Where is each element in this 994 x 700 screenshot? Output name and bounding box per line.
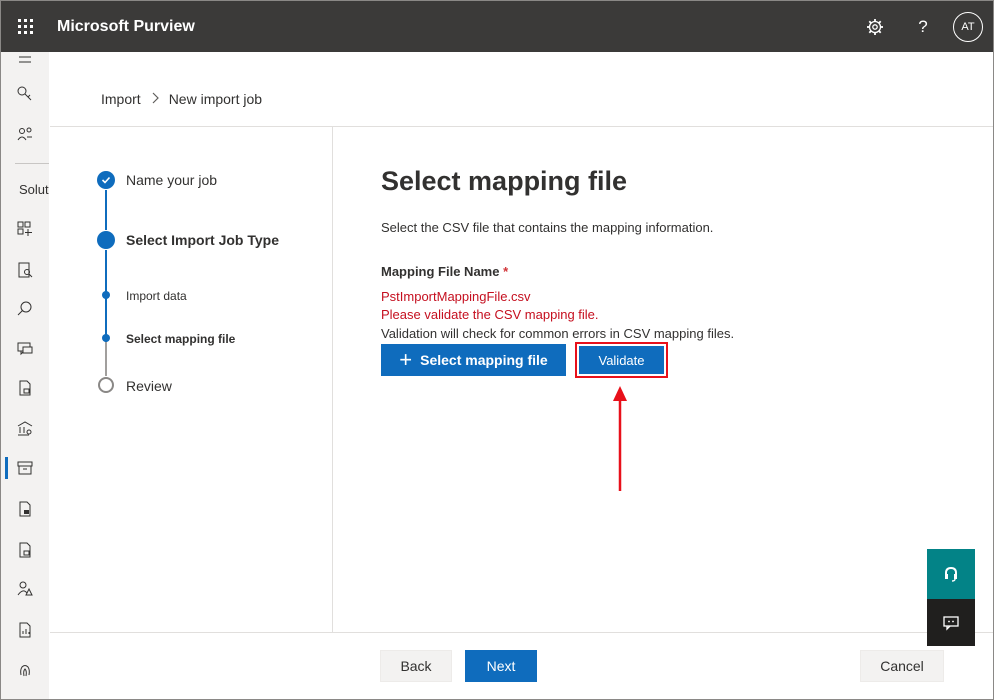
rail-item-partial[interactable]: [1, 46, 49, 74]
mapping-file-label: Mapping File Name *: [381, 264, 508, 279]
rail-item-search[interactable]: [1, 295, 49, 323]
select-mapping-file-label: Select mapping file: [420, 352, 548, 368]
key-icon: [17, 86, 32, 101]
rail-item-dlp[interactable]: [1, 374, 49, 402]
help-button[interactable]: ?: [899, 1, 947, 52]
footer-divider: [50, 632, 993, 633]
search-icon: [17, 301, 32, 316]
chevron-right-icon: [151, 91, 159, 107]
back-button[interactable]: Back: [380, 650, 452, 682]
step-current-indicator: [97, 231, 115, 249]
waffle-icon: [17, 19, 33, 34]
rail-divider: [15, 163, 49, 164]
steps-divider: [332, 127, 333, 632]
chat-icon: [17, 342, 33, 356]
rail-item-privacy[interactable]: [1, 575, 49, 603]
settings-sliders-icon: [19, 56, 31, 63]
bank-search-icon: [17, 421, 33, 436]
page-description: Select the CSV file that contains the ma…: [381, 220, 714, 235]
document-search-icon: [18, 262, 33, 278]
step-connector: [105, 342, 107, 376]
step-pending-indicator: [98, 377, 114, 393]
person-warning-icon: [17, 581, 33, 596]
next-button[interactable]: Next: [465, 650, 537, 682]
validation-error-message: Please validate the CSV mapping file.: [381, 307, 599, 322]
top-bar: Microsoft Purview ? AT: [1, 1, 993, 52]
required-marker: *: [503, 264, 509, 279]
grid-plus-icon: [17, 221, 32, 236]
headset-icon: [945, 566, 957, 582]
validate-highlight-box: Validate: [575, 342, 668, 378]
archive-icon: [17, 461, 33, 475]
gear-icon: [867, 18, 883, 35]
help-support-button[interactable]: [927, 549, 975, 599]
document-lock-icon: [19, 501, 31, 517]
help-icon: ?: [918, 16, 928, 36]
left-nav-rail: Solut: [1, 52, 49, 699]
document-lock-icon: [19, 380, 31, 396]
rail-item-people[interactable]: [1, 120, 49, 148]
step-review[interactable]: Review: [126, 378, 172, 394]
select-mapping-file-button[interactable]: + Select mapping file: [381, 344, 566, 376]
feedback-button[interactable]: [927, 599, 975, 646]
avatar[interactable]: AT: [953, 11, 983, 42]
rail-item-fingerprint[interactable]: [1, 656, 49, 684]
substep-dot: [102, 334, 110, 342]
plus-icon: +: [399, 347, 413, 372]
rail-section-label: Solut: [19, 182, 49, 197]
rail-item-insider-risk[interactable]: [1, 536, 49, 564]
validation-info-text: Validation will check for common errors …: [381, 326, 735, 341]
feedback-icon: [943, 615, 959, 631]
step-name-your-job[interactable]: Name your job: [126, 172, 217, 188]
step-connector: [105, 190, 107, 230]
app-title[interactable]: Microsoft Purview: [57, 18, 195, 36]
app-launcher-button[interactable]: [1, 1, 49, 52]
substep-select-mapping-file[interactable]: Select mapping file: [126, 332, 235, 346]
settings-button[interactable]: [851, 1, 899, 52]
rail-item-communication[interactable]: [1, 335, 49, 363]
wizard-panel: Import New import job Name your job Sele…: [50, 52, 993, 699]
step-select-import-job-type[interactable]: Select Import Job Type: [126, 232, 279, 248]
rail-item-audit[interactable]: [1, 256, 49, 284]
rail-item-ediscovery[interactable]: [1, 415, 49, 443]
selected-file-name: PstImportMappingFile.csv: [381, 289, 531, 304]
breadcrumb-new-import-job: New import job: [168, 91, 263, 107]
substep-import-data[interactable]: Import data: [126, 289, 187, 303]
cancel-button[interactable]: Cancel: [860, 650, 944, 682]
document-lock-icon: [19, 542, 31, 558]
substep-dot: [102, 291, 110, 299]
rail-item-search-key[interactable]: [1, 80, 49, 108]
checkmark-icon: [101, 176, 111, 184]
rail-item-information-protection[interactable]: [1, 495, 49, 523]
rail-item-reports[interactable]: [1, 616, 49, 644]
fingerprint-icon: [20, 665, 30, 677]
rail-item-catalog[interactable]: [1, 215, 49, 243]
breadcrumb: Import New import job: [101, 91, 262, 107]
validate-button[interactable]: Validate: [579, 346, 664, 374]
wizard-steps: Name your job Select Import Job Type Imp…: [50, 127, 332, 632]
people-settings-icon: [17, 127, 32, 141]
step-done-indicator: [97, 171, 115, 189]
rail-item-data-lifecycle[interactable]: [1, 454, 49, 482]
page-title: Select mapping file: [381, 166, 628, 196]
mapping-file-label-text: Mapping File Name: [381, 264, 500, 279]
red-arrow-annotation: [613, 386, 627, 491]
breadcrumb-import[interactable]: Import: [101, 91, 141, 107]
document-chart-icon: [19, 622, 31, 638]
